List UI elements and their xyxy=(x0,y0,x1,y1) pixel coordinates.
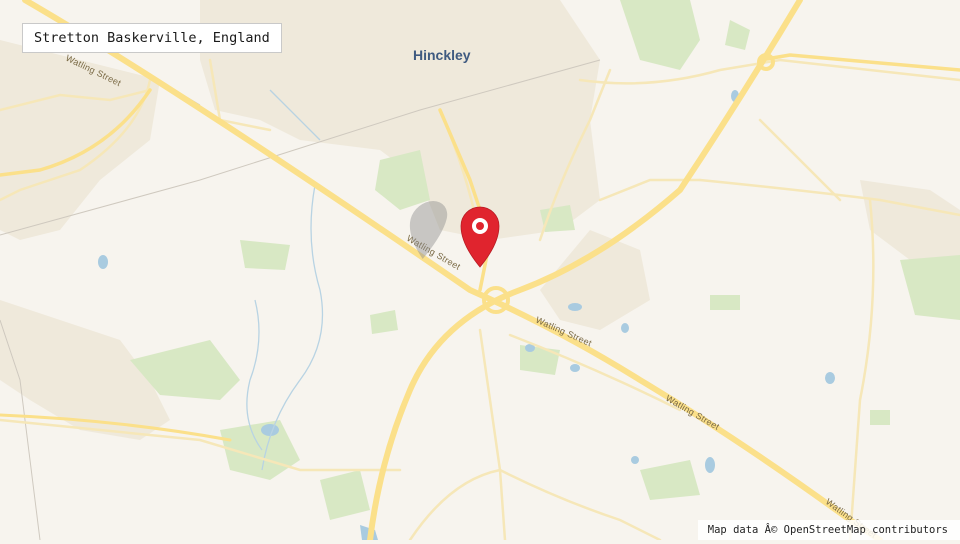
town-label-hinckley: Hinckley xyxy=(413,47,471,63)
location-label: Stretton Baskerville, England xyxy=(22,23,282,53)
map-canvas[interactable]: Hinckley Watling Street Watling Street W… xyxy=(0,0,960,543)
map-attribution: Map data Â© OpenStreetMap contributors xyxy=(697,520,960,540)
